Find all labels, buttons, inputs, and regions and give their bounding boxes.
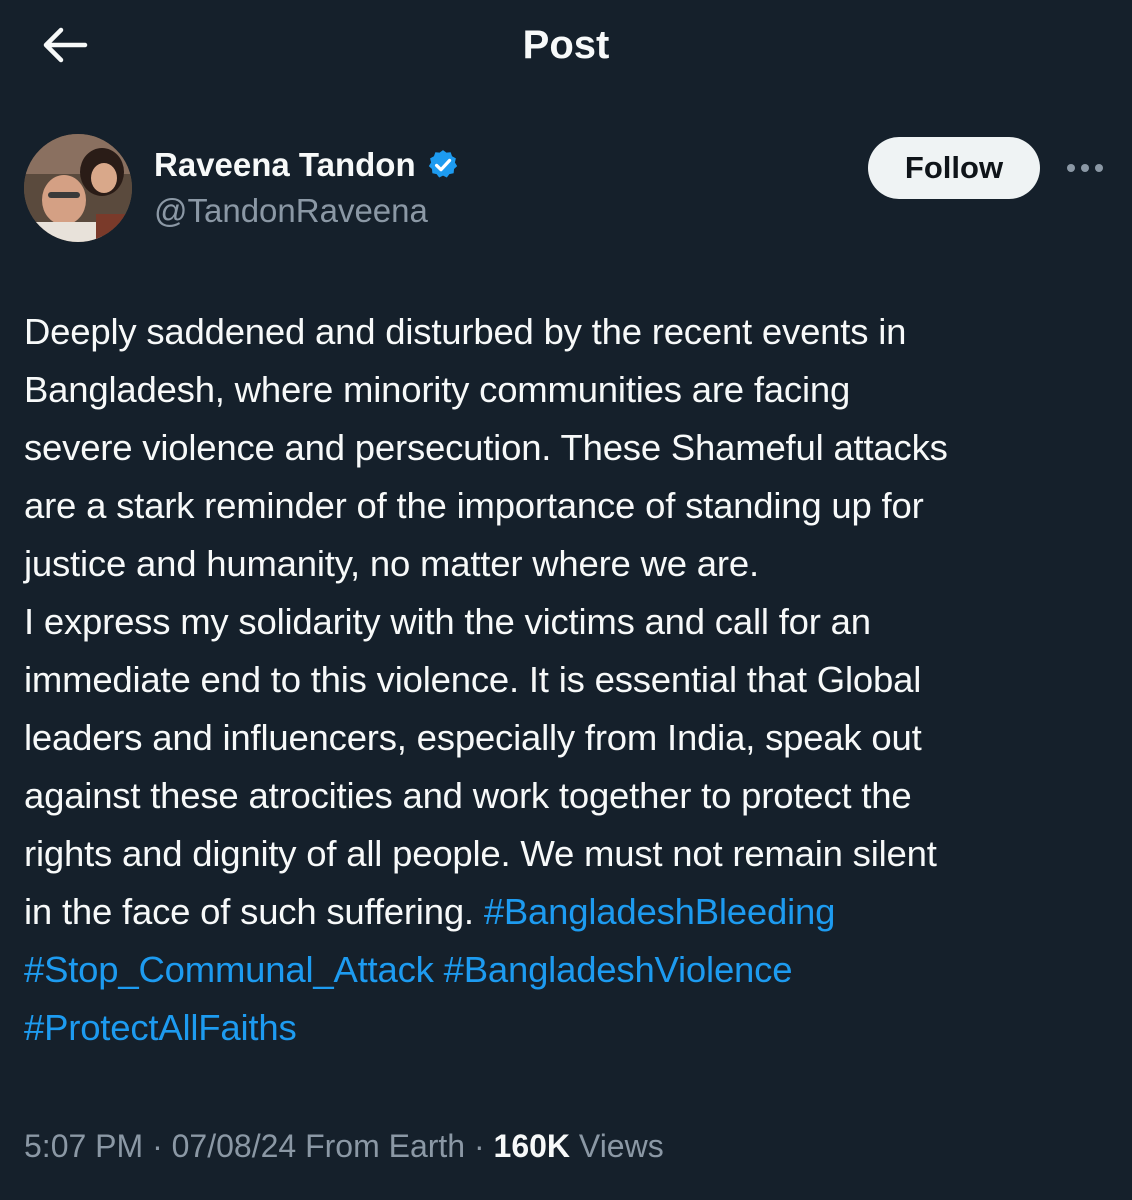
follow-button[interactable]: Follow [868,137,1040,199]
post-line: #Stop_Communal_Attack #BangladeshViolenc… [24,941,1124,999]
post-meta: 5:07 PM · 07/08/24 From Earth · 160K Vie… [24,1122,664,1170]
post-text: Deeply saddened and disturbed by the rec… [24,303,1124,1057]
post-source: From Earth [305,1128,466,1164]
meta-separator: · [473,1128,485,1164]
post-time[interactable]: 5:07 PM [24,1128,143,1164]
more-icon [1064,164,1106,172]
post-line: in the face of such suffering. #Banglade… [24,883,1124,941]
post-line: rights and dignity of all people. We mus… [24,833,937,874]
avatar[interactable] [24,134,132,242]
post-line: Bangladesh, where minority communities a… [24,369,851,410]
views-count: 160K [493,1128,571,1164]
post-line: severe violence and persecution. These S… [24,427,948,468]
post-line: against these atrocities and work togeth… [24,775,912,816]
verified-badge-icon [426,148,460,182]
hashtag-link[interactable]: #Stop_Communal_Attack [24,949,434,990]
author-name[interactable]: Raveena Tandon [154,144,460,186]
hashtag-link[interactable]: #ProtectAllFaiths [24,1007,297,1048]
post-line: immediate end to this violence. It is es… [24,659,922,700]
post-line-text: in the face of such suffering. [24,891,484,932]
post-line: I express my solidarity with the victims… [24,601,871,642]
page-title: Post [522,23,610,67]
author-handle[interactable]: @TandonRaveena [154,190,428,232]
post-line: are a stark reminder of the importance o… [24,485,924,526]
author-name-text: Raveena Tandon [154,146,416,183]
more-button[interactable] [1060,148,1110,188]
hashtag-link[interactable]: #BangladeshViolence [444,949,793,990]
post-line: #ProtectAllFaiths [24,999,1124,1057]
post-line: leaders and influencers, especially from… [24,717,922,758]
views-label: Views [578,1128,664,1164]
post-line: justice and humanity, no matter where we… [24,543,759,584]
meta-separator: · [152,1128,163,1164]
post-line: Deeply saddened and disturbed by the rec… [24,311,907,352]
hashtag-link[interactable]: #BangladeshBleeding [484,891,836,932]
header: Post [0,0,1132,95]
avatar-image [24,134,132,242]
post-date[interactable]: 07/08/24 [172,1128,297,1164]
